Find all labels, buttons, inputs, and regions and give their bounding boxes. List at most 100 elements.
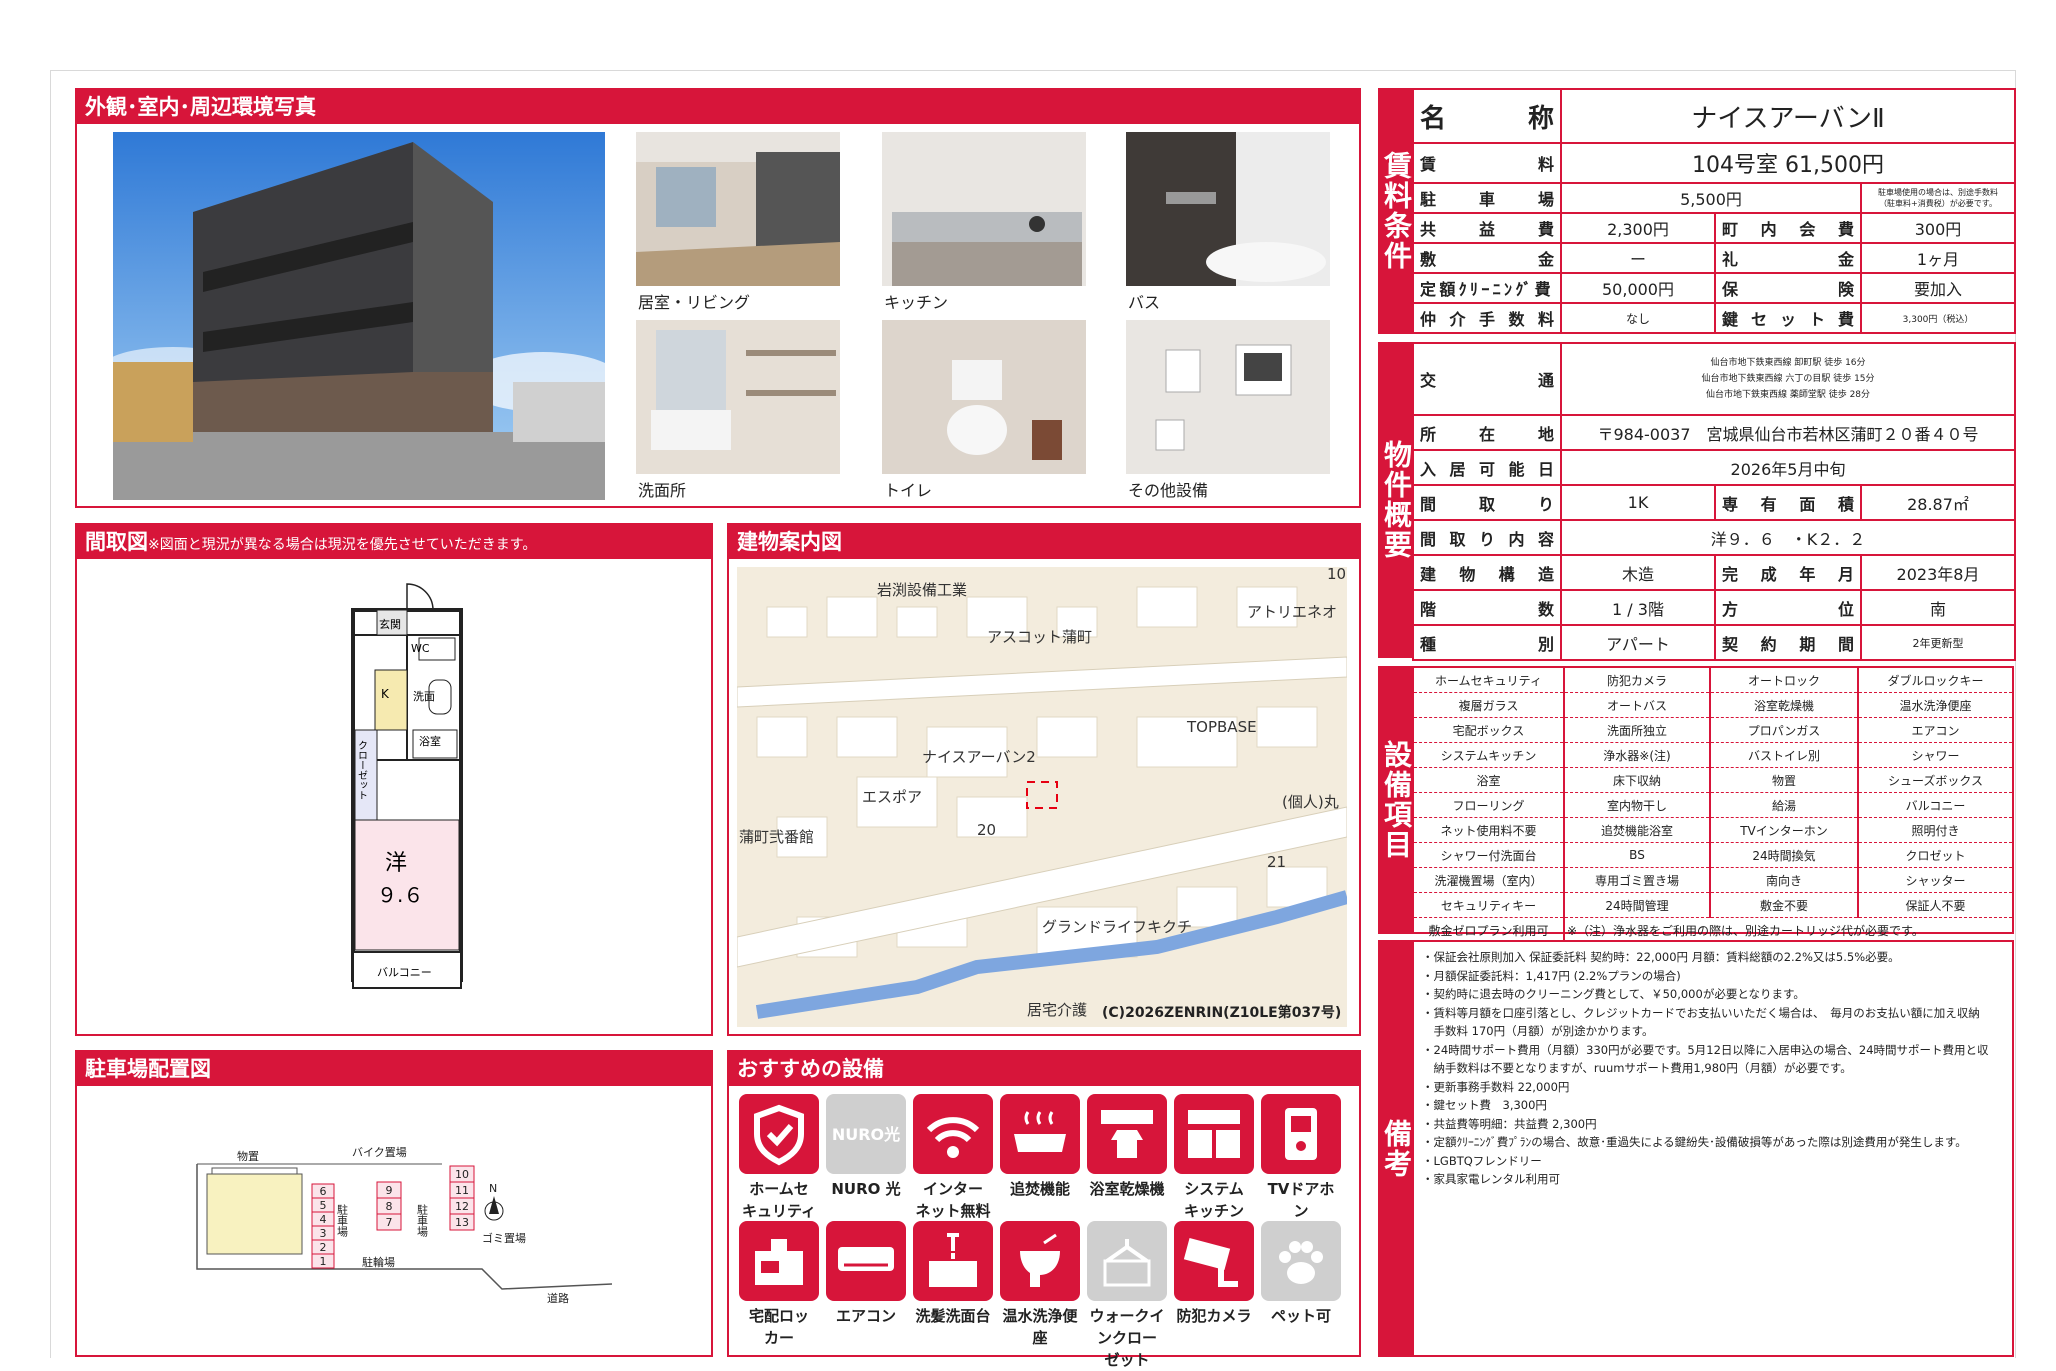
- feature-label: TVドアホン: [1267, 1180, 1335, 1220]
- deposit-label: 敷金: [1412, 242, 1562, 274]
- map-number: 20: [977, 821, 996, 839]
- equipment-item: 複層ガラス: [1414, 692, 1565, 718]
- feature-item: TVドアホン: [1261, 1094, 1341, 1222]
- insurance: 要加入: [1859, 272, 2017, 304]
- locker-icon: [739, 1221, 819, 1301]
- transport-line: 仙台市地下鉄東西線 薬師堂駅 徒歩 28分: [1705, 390, 1871, 400]
- photo-caption: トイレ: [884, 481, 933, 500]
- floor: 1 / 3階: [1560, 589, 1716, 626]
- feature-label: ウォークイ ンクロー ゼット: [1089, 1307, 1165, 1369]
- contract-term: 2年更新型: [1859, 624, 2017, 661]
- room-size-label: ９.６: [377, 883, 423, 907]
- space-number: 9: [386, 1184, 393, 1197]
- parking-fee-label: 駐車場: [1412, 182, 1562, 214]
- equipment-item: バルコニー: [1858, 792, 2012, 818]
- feature-label: 浴室乾燥機: [1089, 1180, 1165, 1198]
- dryer-icon: [1087, 1094, 1167, 1174]
- photo-caption: 居室・リビング: [638, 293, 751, 312]
- feature-item: ウォークイ ンクロー ゼット: [1087, 1221, 1167, 1371]
- direction-label: 方位: [1714, 589, 1862, 626]
- space-number: 8: [386, 1200, 393, 1213]
- feature-item: 宅配ロッ カー: [739, 1221, 819, 1349]
- equipment-table: ホームセキュリティ 防犯カメラ オートロック ダブルロックキー 複層ガラス オートバス 浴室…: [1414, 668, 2012, 943]
- map-label: TOPBASE: [1186, 718, 1257, 736]
- equipment-item: ダブルロックキー: [1858, 668, 2012, 693]
- feature-label: インター ネット無料: [915, 1180, 991, 1220]
- equipment-item: 24時間換気: [1710, 842, 1859, 868]
- equipment-item: バストイレ別: [1710, 742, 1859, 768]
- equipment-item: 防犯カメラ: [1564, 668, 1711, 693]
- feature-label: 追焚機能: [1009, 1180, 1070, 1198]
- balcony-label: バルコニー: [377, 966, 432, 979]
- remark-line: ・賃料等月額を口座引落とし、クレジットカードでお支払いいただく場合は、 毎月のお…: [1422, 1005, 1980, 1020]
- address: 〒984-0037 宮城県仙台市若林区蒲町２０番４０号: [1559, 414, 2017, 451]
- equipment-item: TVインターホン: [1710, 817, 1859, 843]
- key-money-label: 礼金: [1714, 242, 1862, 274]
- map-label: 居宅介護: [1027, 1001, 1087, 1019]
- photos-title: 外観･室内･周辺環境写真: [77, 90, 1359, 124]
- built-date: 2023年8月: [1859, 554, 2017, 591]
- layout-detail-label: 間取り内容: [1412, 519, 1562, 556]
- area-label: 専有面積: [1714, 484, 1862, 521]
- building-type: アパート: [1560, 624, 1716, 661]
- equipment-item: 温水洗浄便座: [1858, 692, 2012, 718]
- space-number: 5: [320, 1199, 327, 1212]
- equipment-item: BS: [1564, 842, 1711, 868]
- equipment-item: セキュリティキー: [1414, 892, 1565, 918]
- equipment-note: ※（注）浄水器をご利用の際は、別途カートリッジ代が必要です。: [1564, 917, 2012, 943]
- rent-section-label: 賃料条件: [1378, 88, 1414, 334]
- deposit: ー: [1560, 242, 1716, 274]
- parking-diagram: 6 5 4 3 2 1 9 8 7 10 11 12 13 物置 バイク置場 駐…: [196, 1146, 612, 1304]
- map-label: ナイスアーバン2: [922, 748, 1036, 766]
- transport-line: 仙台市地下鉄東西線 六丁の目駅 徒歩 15分: [1701, 374, 1875, 384]
- photos-panel: 外観･室内･周辺環境写真 居室・リビング キッチン バス 洗面所 トイレ その他…: [75, 88, 1361, 508]
- equipment-item: 敷金ゼロプラン利用可: [1414, 917, 1565, 943]
- rent-value: 104号室 61,500円: [1559, 142, 2017, 184]
- photo-caption: バス: [1128, 293, 1161, 312]
- parking-fee: 5,500円: [1560, 182, 1862, 214]
- floorplan-title: 間取図: [85, 530, 148, 554]
- equipment-section-label: 設備項目: [1378, 666, 1414, 934]
- space-number: 4: [320, 1213, 327, 1226]
- area-map: 岩渕設備工業 アスコット蒲町 アトリエネオ TOPBASE ナイスアーバン2 エ…: [737, 567, 1347, 1027]
- brokerage-label: 仲介手数料: [1412, 302, 1562, 334]
- feature-item: 防犯カメラ: [1174, 1221, 1254, 1327]
- kitchen-icon: [1174, 1094, 1254, 1174]
- equipment-item: 給湯: [1710, 792, 1859, 818]
- equipment-item: 洗濯機置場（室内）: [1414, 867, 1565, 893]
- parking-label: バイク置場: [352, 1146, 407, 1159]
- genkan-label: 玄関: [379, 617, 401, 631]
- equipment-item: プロパンガス: [1710, 717, 1859, 743]
- equipment-item: フローリング: [1414, 792, 1565, 818]
- kitchen-photo: [882, 132, 1086, 286]
- intercom-icon: [1261, 1094, 1341, 1174]
- brokerage: なし: [1560, 302, 1716, 334]
- closet-label: クローゼット: [356, 740, 368, 800]
- common-fee: 2,300円: [1560, 212, 1716, 244]
- floorplan-panel: 間取図※図面と現況が異なる場合は現況を優先させていただきます。 玄関 K WC …: [75, 523, 713, 1036]
- town-fee: 300円: [1859, 212, 2017, 244]
- space-number: 1: [320, 1255, 327, 1268]
- equipment-item: 宅配ボックス: [1414, 717, 1565, 743]
- feature-item: ホームセ キュリティ: [739, 1094, 819, 1222]
- map-label: 岩渕設備工業: [877, 581, 967, 599]
- equipment-item: 追焚機能浴室: [1564, 817, 1711, 843]
- floorplan-note: ※図面と現況が異なる場合は現況を優先させていただきます。: [148, 537, 537, 553]
- equipment-item: 浴室: [1414, 767, 1565, 793]
- remarks-panel: ・保証会社原則加入 保証委託料 契約時：22,000円 月額：賃料総額の2.2%…: [1412, 940, 2014, 1357]
- layout: 1K: [1560, 484, 1716, 521]
- structure-label: 建物構造: [1412, 554, 1562, 591]
- space-number: 10: [455, 1168, 469, 1181]
- feature-item: インター ネット無料: [913, 1094, 993, 1222]
- area: 28.87㎡: [1859, 484, 2017, 521]
- structure: 木造: [1560, 554, 1716, 591]
- map-label: (個人)丸: [1282, 793, 1339, 811]
- equipment-item: シャワー: [1858, 742, 2012, 768]
- parking-panel: 駐車場配置図 6 5 4 3 2 1 9 8 7 10 11 12 13 物置 …: [75, 1050, 713, 1357]
- parking-label: 駐輪場: [362, 1255, 395, 1269]
- parking-fee-note: 駐車場使用の場合は、別途手数料 （駐車料+消費税）が必要です。: [1859, 182, 2017, 214]
- floorplan-drawing: 玄関 K WC 洗面 浴室 クローゼット 洋 ９.６ バルコニー: [351, 583, 463, 989]
- equipment-item: 敷金不要: [1710, 892, 1859, 918]
- features-panel: おすすめの設備 ホームセ キュリティ NURO光 NURO 光インター ネット無料追…: [727, 1050, 1361, 1369]
- remark-line: ・24時間サポート費用（月額）330円が必要です。5月12日以降に入居申込の場合…: [1422, 1042, 1989, 1057]
